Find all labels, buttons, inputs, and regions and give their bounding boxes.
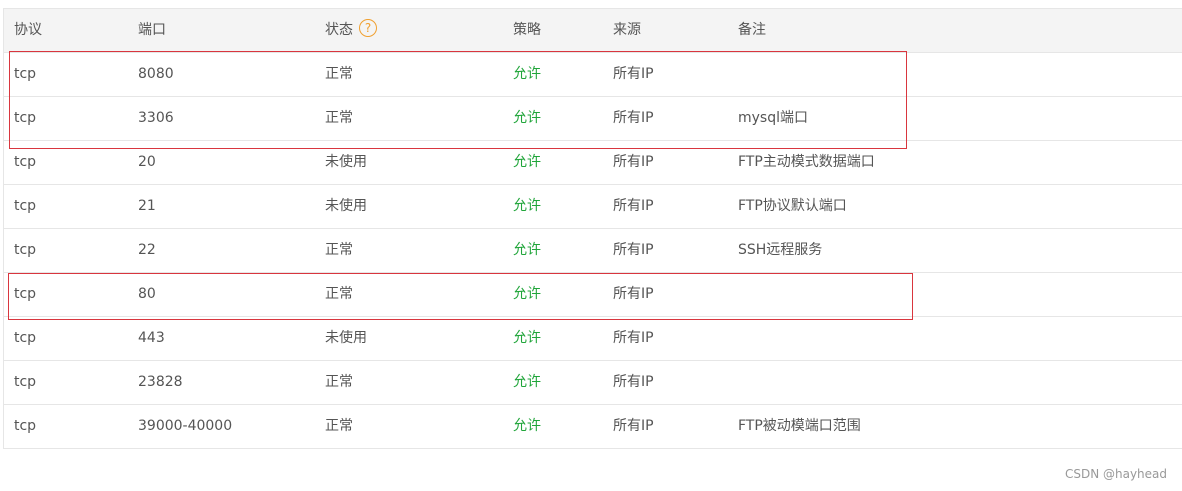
cell-protocol: tcp xyxy=(14,374,37,390)
header-note: 备注 xyxy=(738,22,766,38)
table-row: tcp 443 未使用 允许 所有IP xyxy=(4,317,1182,361)
cell-status: 正常 xyxy=(325,286,353,302)
table-header: 协议 端口 状态? 策略 来源 备注 xyxy=(4,9,1182,53)
cell-status: 未使用 xyxy=(325,198,367,214)
table-row: tcp 8080 正常 允许 所有IP xyxy=(4,53,1182,97)
cell-policy: 允许 xyxy=(513,374,541,390)
cell-policy: 允许 xyxy=(513,198,541,214)
cell-port: 23828 xyxy=(138,374,183,390)
table-row: tcp 80 正常 允许 所有IP xyxy=(4,273,1182,317)
cell-protocol: tcp xyxy=(14,198,37,214)
cell-status: 正常 xyxy=(325,66,353,82)
cell-port: 80 xyxy=(138,286,156,302)
cell-policy: 允许 xyxy=(513,66,541,82)
cell-protocol: tcp xyxy=(14,66,37,82)
table-row: tcp 22 正常 允许 所有IP SSH远程服务 xyxy=(4,229,1182,273)
help-icon[interactable]: ? xyxy=(359,19,377,37)
cell-source: 所有IP xyxy=(613,418,654,434)
cell-source: 所有IP xyxy=(613,154,654,170)
table-row: tcp 39000-40000 正常 允许 所有IP FTP被动模端口范围 xyxy=(4,405,1182,449)
cell-source: 所有IP xyxy=(613,242,654,258)
cell-protocol: tcp xyxy=(14,242,37,258)
cell-source: 所有IP xyxy=(613,110,654,126)
cell-port: 3306 xyxy=(138,110,174,126)
header-status: 状态? xyxy=(325,9,377,52)
cell-status: 未使用 xyxy=(325,154,367,170)
header-protocol: 协议 xyxy=(14,22,42,38)
cell-port: 39000-40000 xyxy=(138,418,233,434)
watermark: CSDN @hayhead xyxy=(1064,467,1167,481)
cell-protocol: tcp xyxy=(14,154,37,170)
cell-note: FTP主动模式数据端口 xyxy=(738,154,875,170)
table-row: tcp 20 未使用 允许 所有IP FTP主动模式数据端口 xyxy=(4,141,1182,185)
cell-source: 所有IP xyxy=(613,330,654,346)
cell-status: 未使用 xyxy=(325,330,367,346)
cell-note: FTP协议默认端口 xyxy=(738,198,847,214)
header-policy: 策略 xyxy=(513,22,541,38)
cell-source: 所有IP xyxy=(613,286,654,302)
cell-note: mysql端口 xyxy=(738,110,808,126)
cell-status: 正常 xyxy=(325,242,353,258)
table-row: tcp 21 未使用 允许 所有IP FTP协议默认端口 xyxy=(4,185,1182,229)
cell-policy: 允许 xyxy=(513,242,541,258)
header-port: 端口 xyxy=(138,22,166,38)
cell-protocol: tcp xyxy=(14,418,37,434)
cell-status: 正常 xyxy=(325,418,353,434)
cell-protocol: tcp xyxy=(14,330,37,346)
cell-port: 8080 xyxy=(138,66,174,82)
cell-note: FTP被动模端口范围 xyxy=(738,418,861,434)
cell-status: 正常 xyxy=(325,374,353,390)
cell-port: 20 xyxy=(138,154,156,170)
cell-port: 443 xyxy=(138,330,165,346)
firewall-port-table: 协议 端口 状态? 策略 来源 备注 tcp 8080 正常 允许 所有IP tcp 330… xyxy=(3,8,1182,449)
cell-status: 正常 xyxy=(325,110,353,126)
cell-source: 所有IP xyxy=(613,66,654,82)
cell-source: 所有IP xyxy=(613,198,654,214)
cell-policy: 允许 xyxy=(513,418,541,434)
cell-source: 所有IP xyxy=(613,374,654,390)
header-status-label: 状态 xyxy=(325,22,353,38)
cell-policy: 允许 xyxy=(513,110,541,126)
table-row: tcp 3306 正常 允许 所有IP mysql端口 xyxy=(4,97,1182,141)
cell-note: SSH远程服务 xyxy=(738,242,823,258)
cell-policy: 允许 xyxy=(513,330,541,346)
cell-policy: 允许 xyxy=(513,154,541,170)
cell-policy: 允许 xyxy=(513,286,541,302)
cell-port: 21 xyxy=(138,198,156,214)
cell-protocol: tcp xyxy=(14,110,37,126)
cell-protocol: tcp xyxy=(14,286,37,302)
cell-port: 22 xyxy=(138,242,156,258)
table-row: tcp 23828 正常 允许 所有IP xyxy=(4,361,1182,405)
header-source: 来源 xyxy=(613,22,641,38)
table-body: tcp 8080 正常 允许 所有IP tcp 3306 正常 允许 所有IP mysql端口 tcp… xyxy=(4,53,1182,449)
